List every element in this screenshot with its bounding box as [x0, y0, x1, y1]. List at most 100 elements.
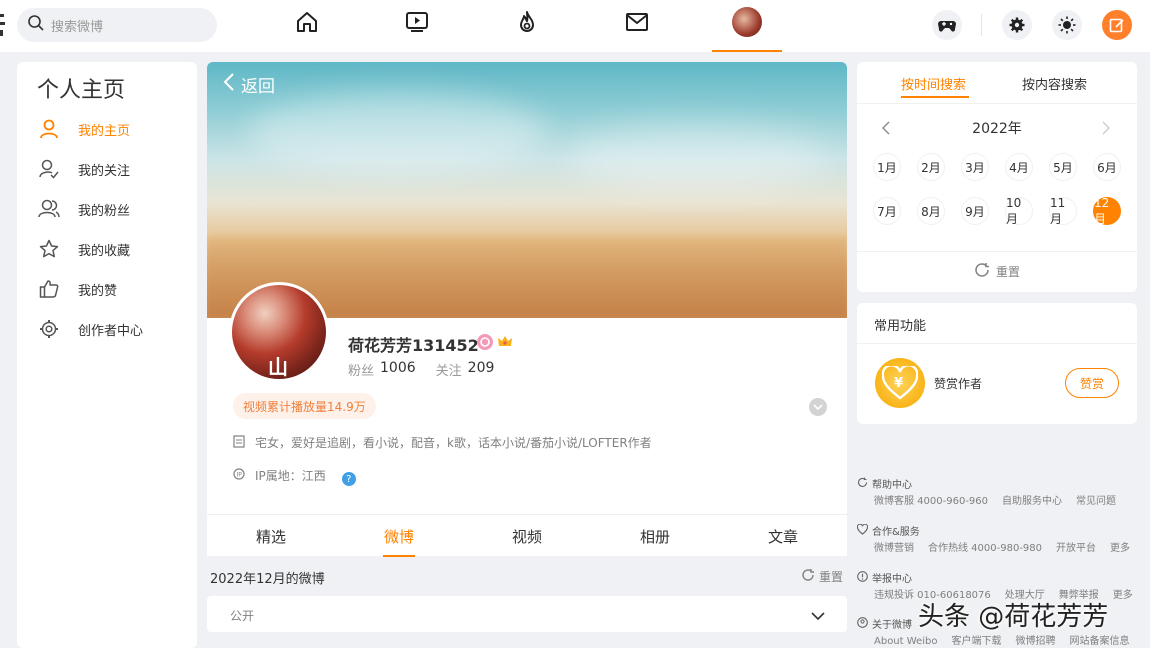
month-12-selected[interactable]: 12月 [1093, 196, 1121, 226]
footer-link[interactable]: 微博客服 4000-960-960 [874, 496, 988, 507]
follow-count[interactable]: 209 [468, 360, 495, 379]
common-functions-card: 常用功能 ¥ 赞赏作者 赞赏 [857, 303, 1137, 424]
month-8[interactable]: 8月 [917, 197, 945, 225]
tab-album[interactable]: 相册 [591, 515, 719, 557]
divider [857, 251, 1137, 252]
date-reset-button[interactable]: 重置 [857, 262, 1137, 281]
footer-link[interactable]: 微博招聘 [1015, 636, 1055, 647]
sidebar-item-likes[interactable]: 我的赞 [17, 269, 197, 309]
sidebar-item-creator-center[interactable]: 创作者中心 [17, 309, 197, 349]
tab-search-by-time[interactable]: 按时间搜索 [901, 74, 966, 93]
footer-link[interactable]: 网站备案信息 [1069, 636, 1129, 647]
avatar[interactable]: 山 [229, 282, 329, 382]
crown-badge-icon[interactable] [497, 334, 513, 350]
compose-icon[interactable] [1102, 10, 1132, 40]
refresh-icon [974, 262, 990, 281]
footer-link[interactable]: 自助服务中心 [1002, 496, 1062, 507]
footer-link[interactable]: About Weibo [874, 636, 937, 647]
month-11[interactable]: 11月 [1049, 196, 1077, 226]
footer-link[interactable]: 更多 [1110, 543, 1130, 554]
month-4[interactable]: 4月 [1005, 153, 1033, 181]
theme-icon[interactable] [1052, 10, 1082, 40]
cover-image: 返回 [207, 62, 847, 318]
fans-count[interactable]: 1006 [380, 360, 416, 379]
refresh-icon [801, 568, 815, 585]
divider [857, 103, 1137, 104]
tab-featured[interactable]: 精选 [207, 515, 335, 557]
month-3[interactable]: 3月 [961, 153, 989, 181]
sidebar-item-my-home[interactable]: 我的主页 [17, 109, 197, 149]
sidebar-item-following[interactable]: 我的关注 [17, 149, 197, 189]
profile-stats: 粉丝 1006 关注 209 [348, 360, 494, 379]
fans-icon [38, 198, 60, 220]
settings-icon[interactable] [1002, 10, 1032, 40]
search-input[interactable]: 搜索微博 [51, 16, 103, 35]
tip-button[interactable]: 赞赏 [1065, 368, 1119, 398]
date-search-card: 按时间搜索 按内容搜索 2022年 1月 2月 3月 4月 5月 6月 7月 8… [857, 62, 1137, 292]
tip-heart-icon: ¥ [875, 358, 925, 408]
help-center-icon [857, 477, 868, 491]
month-5[interactable]: 5月 [1049, 153, 1077, 181]
footer-link[interactable]: 客户端下载 [951, 636, 1001, 647]
chevron-down-icon[interactable] [809, 398, 827, 416]
fans-label[interactable]: 粉丝 [348, 360, 374, 379]
footer-link[interactable]: 微博营销 [874, 543, 914, 554]
search-box[interactable]: 搜索微博 [17, 8, 217, 42]
month-6[interactable]: 6月 [1093, 153, 1121, 181]
game-icon[interactable] [932, 10, 962, 40]
month-10[interactable]: 10月 [1005, 196, 1033, 226]
ip-text: IP属地：江西 [255, 468, 326, 483]
profile-tabs: 精选 微博 视频 相册 文章 [207, 514, 847, 557]
sidebar-item-fans[interactable]: 我的粉丝 [17, 189, 197, 229]
active-tab-indicator [901, 96, 969, 98]
profile-avatar-nav[interactable] [732, 7, 762, 37]
feed-reset-label: 重置 [818, 570, 843, 584]
month-7[interactable]: 7月 [873, 197, 901, 225]
bio-text: 宅女，爱好是追剧，看小说，配音，k歌，话本小说/番茄小说/LOFTER作者 [255, 436, 652, 450]
footer-help: 帮助中心 微博客服 4000-960-960 自助服务中心 常见问题 [857, 476, 1147, 507]
tab-articles[interactable]: 文章 [719, 515, 847, 557]
search-icon [27, 14, 45, 36]
date-reset-label: 重置 [995, 265, 1020, 279]
visibility-filter[interactable]: 公开 [207, 596, 847, 632]
sidebar-item-label: 我的主页 [78, 123, 131, 139]
tab-search-by-content[interactable]: 按内容搜索 [1022, 74, 1087, 93]
about-icon [857, 616, 868, 631]
month-9[interactable]: 9月 [961, 197, 989, 225]
member-badge-icon[interactable] [477, 334, 493, 350]
sidebar-item-label: 我的粉丝 [78, 203, 131, 219]
footer-link[interactable]: 合作热线 4000-980-980 [928, 543, 1042, 554]
sidebar-item-label: 我的关注 [78, 163, 131, 179]
weibo-logo-fragment [0, 8, 6, 42]
chevron-down-icon [811, 606, 825, 625]
back-button[interactable]: 返回 [223, 72, 275, 97]
hot-icon[interactable] [515, 10, 539, 34]
feed-reset-button[interactable]: 重置 [801, 568, 843, 585]
footer-link[interactable]: 更多 [1113, 590, 1133, 601]
video-views-pill[interactable]: 视频累计播放量14.9万 [233, 393, 376, 419]
svg-text:¥: ¥ [894, 376, 903, 391]
user-icon [38, 118, 60, 140]
tab-weibo[interactable]: 微博 [335, 515, 463, 557]
month-2[interactable]: 2月 [917, 153, 945, 181]
profile-main: 返回 山 荷花芳芳131452 粉丝 1006 关注 209 视频累计播放量14… [207, 62, 847, 648]
footer-link[interactable]: 开放平台 [1056, 543, 1096, 554]
sidebar-item-favorites[interactable]: 我的收藏 [17, 229, 197, 269]
tab-video[interactable]: 视频 [463, 515, 591, 557]
follow-label[interactable]: 关注 [436, 360, 462, 379]
footer-coop-title: 合作&服务 [872, 527, 920, 538]
profile-card: 山 荷花芳芳131452 粉丝 1006 关注 209 视频累计播放量14.9万… [207, 282, 847, 514]
month-1[interactable]: 1月 [873, 153, 901, 181]
video-icon[interactable] [405, 10, 429, 34]
thumbs-up-icon [38, 278, 60, 300]
sidebar-item-label: 我的收藏 [78, 243, 131, 259]
help-icon[interactable]: ? [341, 472, 356, 486]
sidebar-item-label: 创作者中心 [78, 323, 144, 339]
chevron-right-icon[interactable] [1101, 120, 1111, 139]
mail-icon[interactable] [625, 10, 649, 34]
profile-name: 荷花芳芳131452 [348, 336, 479, 355]
chevron-left-icon [223, 72, 235, 97]
footer-link[interactable]: 常见问题 [1076, 496, 1116, 507]
footer-report-title: 举报中心 [872, 574, 912, 585]
home-icon[interactable] [295, 10, 319, 34]
